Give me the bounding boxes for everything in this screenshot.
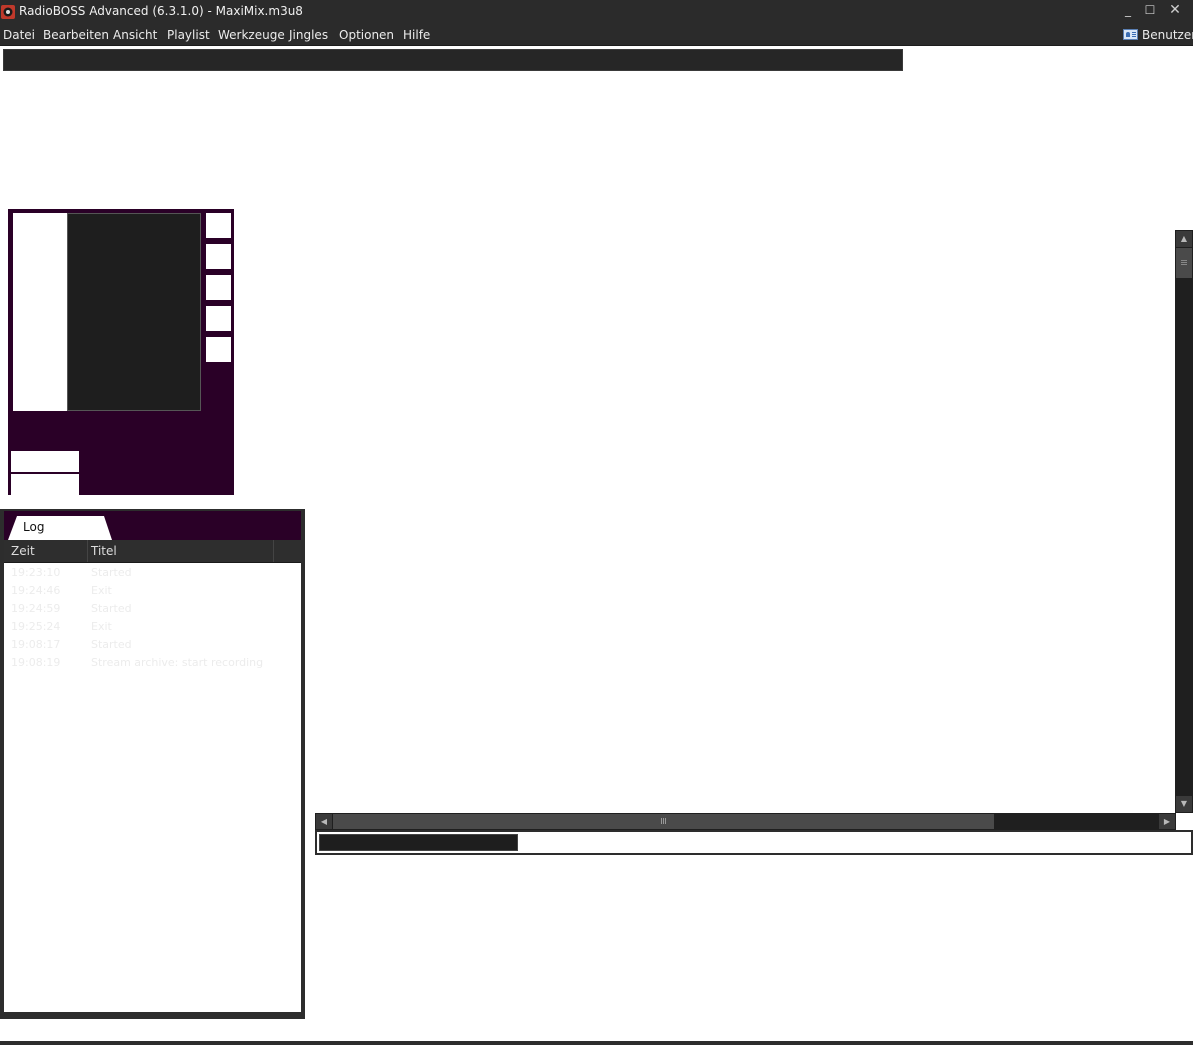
log-row[interactable]: 19:24:59 Started <box>4 600 301 618</box>
close-button[interactable]: ✕ <box>1164 0 1186 22</box>
log-row[interactable]: 19:08:17 Started <box>4 636 301 654</box>
vertical-scroll-thumb[interactable] <box>1176 248 1192 278</box>
user-card-icon <box>1123 29 1138 40</box>
tab-log[interactable]: Log <box>8 516 112 540</box>
log-time: 19:24:46 <box>11 584 61 597</box>
player-button-4[interactable] <box>206 306 231 331</box>
menu-werkzeuge[interactable]: Werkzeuge <box>218 28 285 42</box>
log-panel: Log Zeit Titel 19:23:10 Started 19:24:46… <box>0 509 305 1019</box>
column-header-zeit[interactable]: Zeit <box>11 544 35 558</box>
menu-optionen[interactable]: Optionen <box>339 28 394 42</box>
player-button-2[interactable] <box>206 244 231 269</box>
user-button[interactable]: Benutzer <box>1123 28 1193 42</box>
title-bar: RadioBOSS Advanced (6.3.1.0) - MaxiMix.m… <box>0 0 1193 24</box>
log-title: Started <box>91 566 132 579</box>
log-row[interactable]: 19:25:24 Exit <box>4 618 301 636</box>
menu-bar: Datei Bearbeiten Ansicht Playlist Werkze… <box>0 24 1193 46</box>
toolbar <box>3 49 903 71</box>
log-title: Stream archive: start recording <box>91 656 264 669</box>
menu-jingles[interactable]: Jingles <box>289 28 328 42</box>
scroll-right-icon[interactable]: ▶ <box>1159 814 1175 829</box>
log-row[interactable]: 19:24:46 Exit <box>4 582 301 600</box>
menu-datei[interactable]: Datei <box>3 28 35 42</box>
log-time: 19:23:10 <box>11 566 61 579</box>
log-time: 19:08:19 <box>11 656 61 669</box>
log-row[interactable]: 19:08:19 Stream archive: start recording <box>4 654 301 672</box>
menu-playlist[interactable]: Playlist <box>167 28 210 42</box>
radioboss-app-icon <box>1 5 15 19</box>
column-separator[interactable] <box>87 540 88 562</box>
column-separator[interactable] <box>273 540 274 562</box>
log-header: Zeit Titel <box>4 540 301 563</box>
scroll-left-icon[interactable]: ◀ <box>316 814 332 829</box>
column-header-titel[interactable]: Titel <box>91 544 117 558</box>
log-time: 19:24:59 <box>11 602 61 615</box>
player-button-1[interactable] <box>206 213 231 238</box>
horizontal-scrollbar[interactable]: ◀ ▶ <box>315 813 1176 830</box>
user-button-label: Benutzer <box>1142 28 1193 42</box>
window-bottom-border <box>0 1041 1193 1045</box>
player-button-3[interactable] <box>206 275 231 300</box>
scroll-up-icon[interactable]: ▲ <box>1176 231 1192 247</box>
log-title: Exit <box>91 584 112 597</box>
player-control-1[interactable] <box>11 451 79 472</box>
scroll-down-icon[interactable]: ▼ <box>1176 796 1192 812</box>
minimize-button[interactable]: _ <box>1117 0 1139 22</box>
log-title: Started <box>91 638 132 651</box>
bottom-bar <box>315 830 1193 855</box>
log-time: 19:08:17 <box>11 638 61 651</box>
log-list: Zeit Titel 19:23:10 Started 19:24:46 Exi… <box>4 540 301 1012</box>
log-row[interactable]: 19:23:10 Started <box>4 564 301 582</box>
log-title: Exit <box>91 620 112 633</box>
player-display <box>67 213 201 411</box>
menu-ansicht[interactable]: Ansicht <box>113 28 157 42</box>
player-control-2[interactable] <box>11 474 79 495</box>
player-button-5[interactable] <box>206 337 231 362</box>
horizontal-scroll-thumb[interactable] <box>333 814 994 829</box>
log-time: 19:25:24 <box>11 620 61 633</box>
window-title: RadioBOSS Advanced (6.3.1.0) - MaxiMix.m… <box>19 4 303 18</box>
menu-hilfe[interactable]: Hilfe <box>403 28 430 42</box>
player-panel <box>8 209 234 495</box>
bottom-input-field[interactable] <box>319 834 518 851</box>
maximize-button[interactable]: ☐ <box>1139 0 1161 22</box>
log-title: Started <box>91 602 132 615</box>
menu-bearbeiten[interactable]: Bearbeiten <box>43 28 109 42</box>
player-left-area <box>13 213 68 411</box>
vertical-scrollbar[interactable]: ▲ ▼ <box>1175 230 1193 813</box>
